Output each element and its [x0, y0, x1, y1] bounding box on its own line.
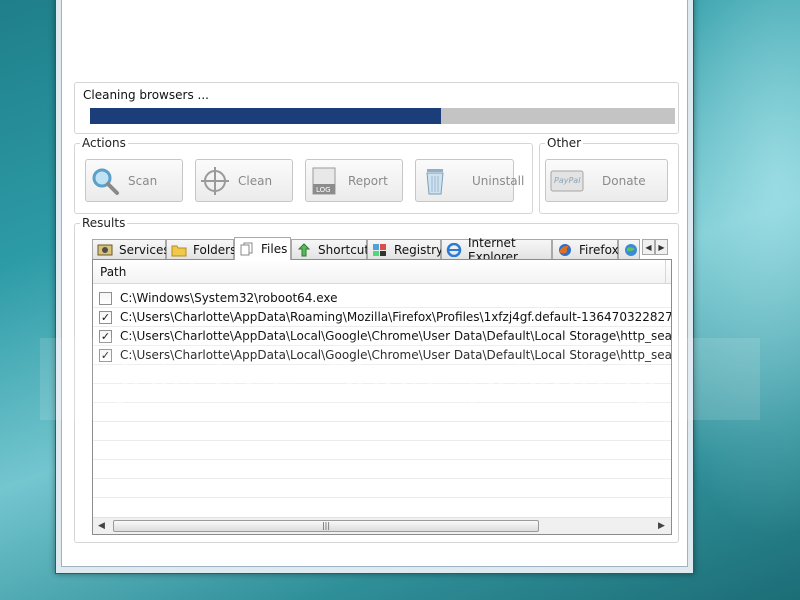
tab-files[interactable]: Files — [234, 237, 291, 260]
path-column-header[interactable]: Path — [93, 260, 671, 284]
log-report-icon: LOG — [310, 166, 340, 196]
tab-scroll-left-button[interactable]: ◀ — [642, 239, 655, 255]
tab-overflow[interactable] — [618, 239, 640, 259]
empty-row — [93, 498, 671, 515]
scan-button[interactable]: Scan — [85, 159, 183, 202]
report-button[interactable]: LOG Report — [305, 159, 403, 202]
tab-shortcuts[interactable]: Shortcuts — [291, 239, 375, 259]
tab-firefox[interactable]: Firefox — [552, 239, 619, 259]
status-text: Cleaning browsers ... — [83, 88, 209, 102]
empty-row — [93, 422, 671, 441]
horizontal-scrollbar[interactable]: ◀ ||| ▶ — [93, 517, 671, 534]
file-path: C:\Users\Charlotte\AppData\Roaming\Mozil… — [120, 310, 671, 324]
folder-icon — [171, 243, 187, 257]
row-checkbox[interactable] — [99, 291, 112, 305]
magnifier-icon — [90, 166, 120, 196]
donate-button[interactable]: PayPal Donate — [545, 159, 668, 202]
report-button-label: Report — [348, 173, 388, 188]
results-legend: Results — [80, 216, 128, 230]
paypal-icon: PayPal — [550, 166, 584, 196]
empty-row — [93, 479, 671, 498]
window-client-area: Cleaning browsers ... Actions Scan Clean… — [61, 0, 688, 567]
registry-icon — [372, 243, 388, 257]
file-path: C:\Windows\System32\roboot64.exe — [120, 291, 338, 305]
globe-icon — [623, 243, 639, 257]
shortcut-arrow-icon — [296, 242, 312, 257]
scroll-right-arrow-icon[interactable]: ▶ — [658, 521, 665, 531]
clean-button[interactable]: Clean — [195, 159, 293, 202]
tab-folders[interactable]: Folders — [166, 239, 237, 259]
clean-button-label: Clean — [238, 173, 273, 188]
tab-firefox-label: Firefox — [579, 242, 619, 257]
cleaner-app-window: Cleaning browsers ... Actions Scan Clean… — [55, 0, 694, 574]
watermark-text: Join free. Share privately. — [118, 352, 668, 406]
empty-row — [93, 460, 671, 479]
donate-button-label: Donate — [602, 173, 646, 188]
crosshair-icon — [200, 166, 230, 196]
progress-bar-fill — [90, 108, 441, 124]
column-divider — [665, 260, 666, 284]
tab-internet-explorer[interactable]: Internet Explorer — [441, 236, 552, 264]
empty-row — [93, 441, 671, 460]
files-icon — [239, 242, 255, 256]
tab-services[interactable]: Services — [92, 239, 170, 259]
svg-text:PayPal: PayPal — [554, 176, 581, 185]
file-row[interactable]: C:\Windows\System32\roboot64.exe — [93, 289, 671, 308]
internet-explorer-icon — [446, 242, 462, 257]
tab-registry-label: Registry — [394, 242, 444, 257]
uninstall-button-label: Uninstall — [472, 173, 525, 188]
services-icon — [97, 243, 113, 257]
firefox-icon — [557, 243, 573, 257]
actions-legend: Actions — [80, 136, 128, 150]
uninstall-button[interactable]: Uninstall — [415, 159, 524, 202]
row-checkbox[interactable]: ✓ — [99, 310, 112, 324]
tab-services-label: Services — [119, 242, 170, 257]
other-legend: Other — [545, 136, 584, 150]
tab-registry[interactable]: Registry — [367, 239, 444, 259]
tab-folders-label: Folders — [193, 242, 237, 257]
results-tabs: Services Folders Files Shortcuts Registr… — [92, 236, 670, 264]
scan-button-label: Scan — [128, 173, 158, 188]
tab-scroll-right-button[interactable]: ▶ — [655, 239, 668, 255]
svg-text:LOG: LOG — [316, 186, 331, 194]
path-column-header-label: Path — [100, 265, 127, 279]
tab-files-label: Files — [261, 242, 288, 256]
progress-bar — [90, 108, 675, 124]
scroll-left-arrow-icon[interactable]: ◀ — [98, 521, 105, 531]
trash-can-icon — [420, 166, 450, 196]
scrollbar-thumb[interactable]: ||| — [113, 520, 539, 532]
file-row[interactable]: ✓ C:\Users\Charlotte\AppData\Roaming\Mozi… — [93, 308, 671, 327]
